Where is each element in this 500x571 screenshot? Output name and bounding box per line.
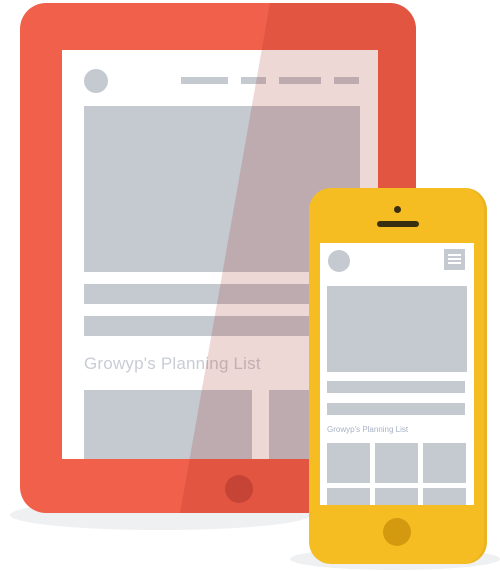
phone-speaker [377, 221, 419, 227]
phone-hero-image [327, 286, 467, 372]
tablet-logo-avatar[interactable] [84, 69, 108, 93]
phone-device: Growyp's Planning List [309, 188, 487, 564]
phone-camera [394, 206, 401, 213]
tablet-home-button[interactable] [225, 475, 253, 503]
phone-text-block-2 [327, 403, 465, 415]
phone-home-button[interactable] [383, 518, 411, 546]
phone-logo-avatar[interactable] [328, 250, 350, 272]
tablet-nav-item-1[interactable] [181, 77, 228, 84]
phone-screen: Growyp's Planning List [320, 243, 474, 505]
phone-page-title: Growyp's Planning List [327, 425, 409, 434]
phone-grid-card-4[interactable] [327, 488, 370, 505]
phone-grid-card-6[interactable] [423, 488, 466, 505]
phone-grid-card-3[interactable] [423, 443, 466, 483]
hamburger-menu-icon[interactable] [444, 249, 465, 270]
phone-text-block-1 [327, 381, 465, 393]
phone-grid-card-2[interactable] [375, 443, 418, 483]
phone-grid-card-1[interactable] [327, 443, 370, 483]
phone-grid-card-5[interactable] [375, 488, 418, 505]
